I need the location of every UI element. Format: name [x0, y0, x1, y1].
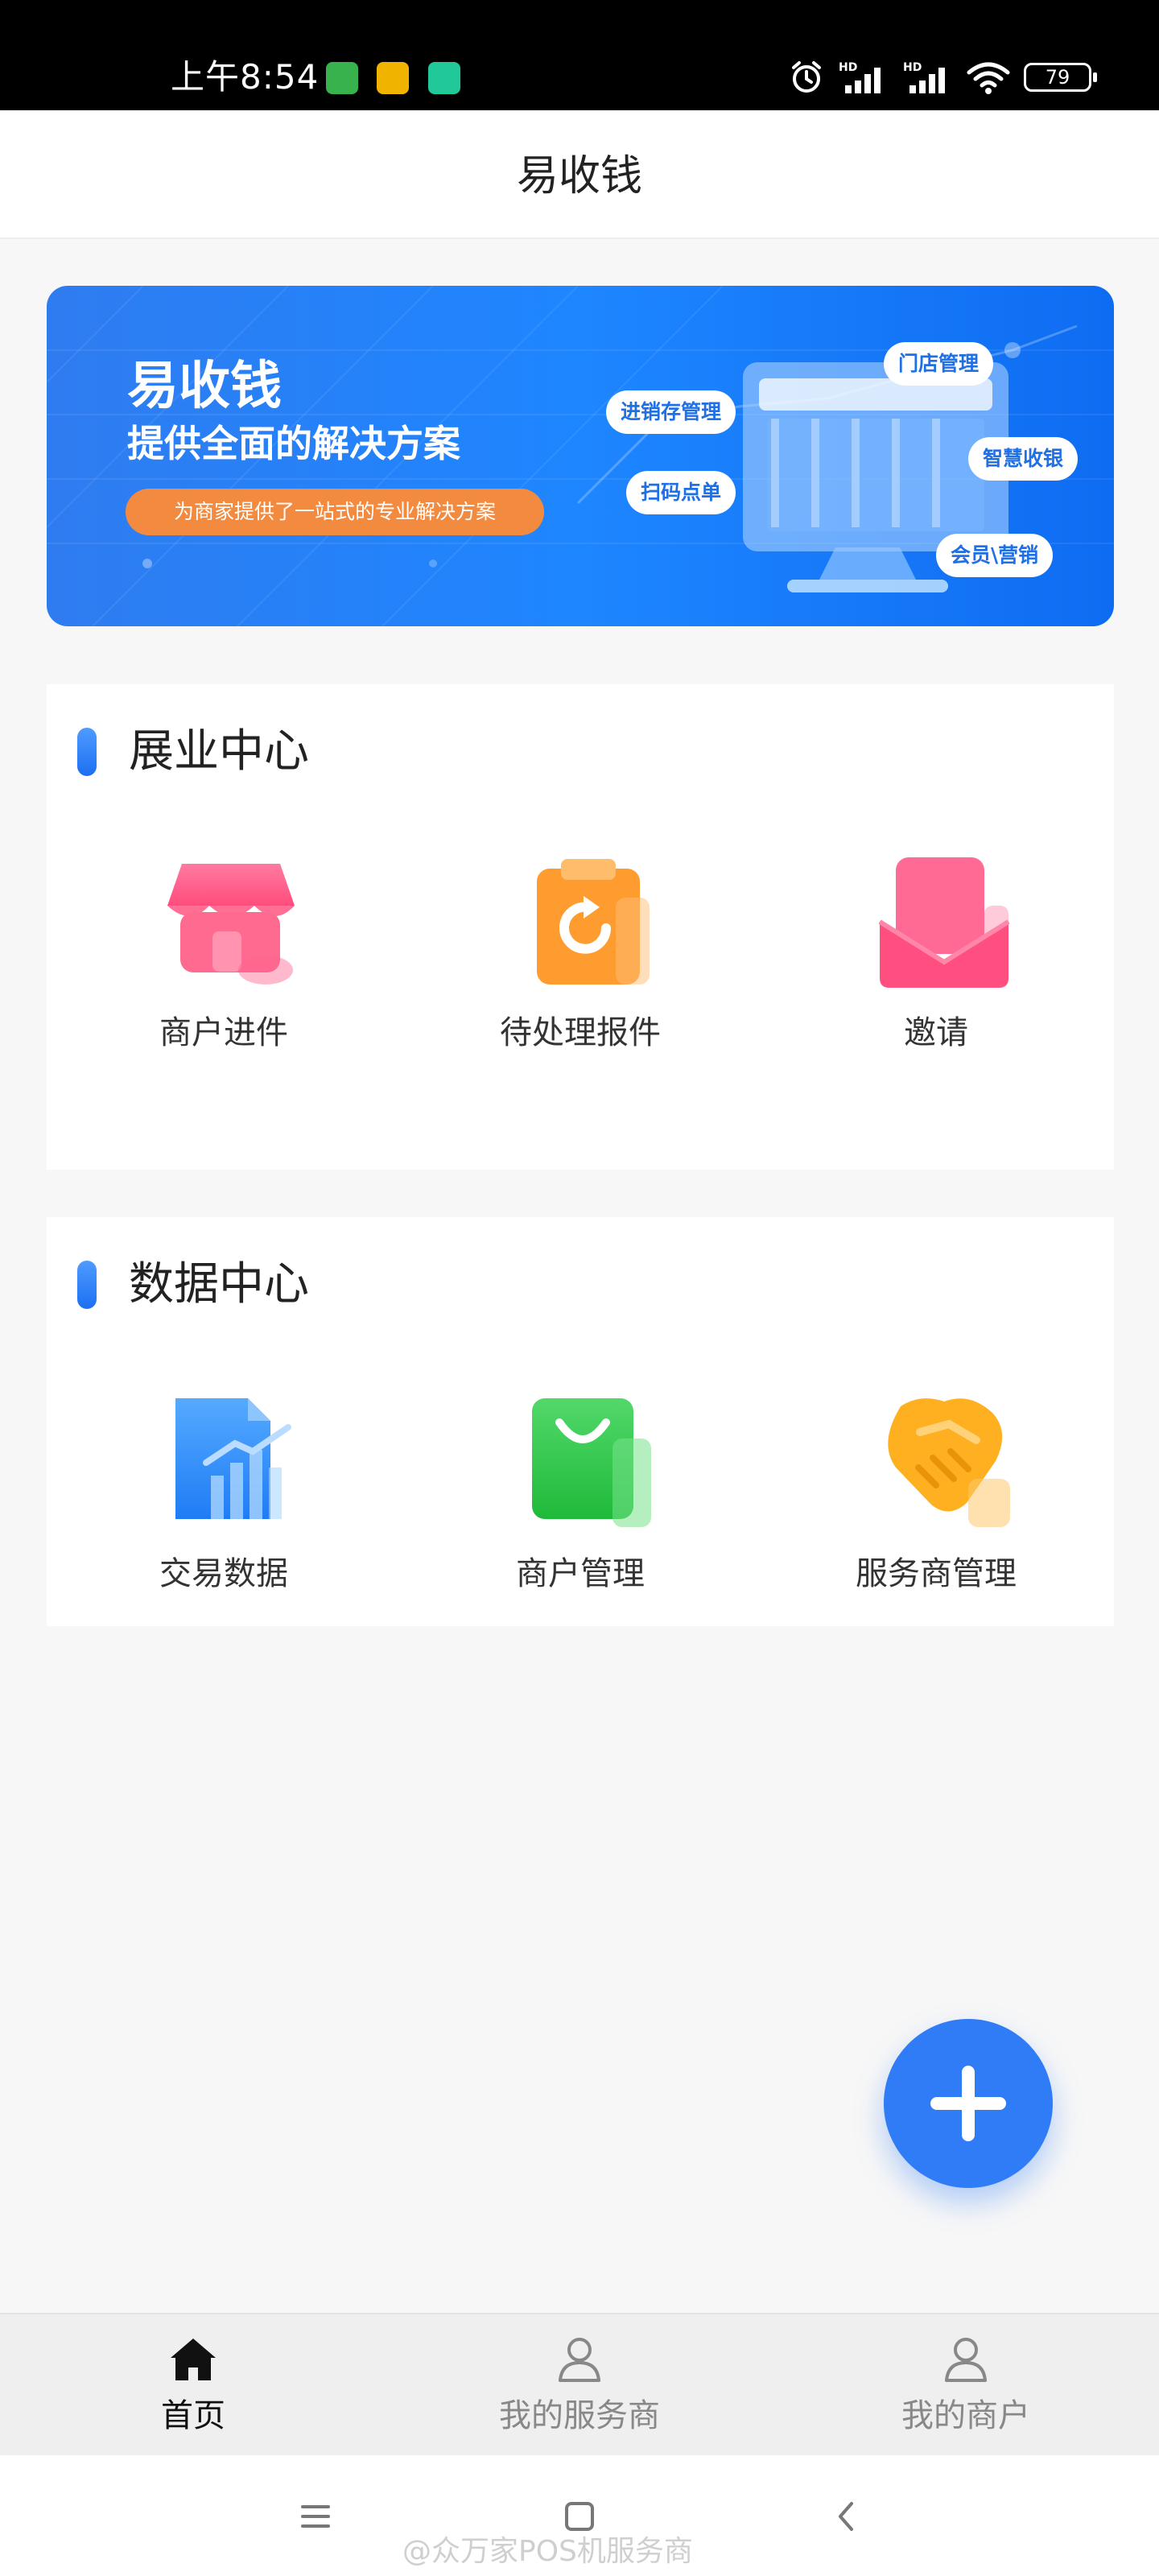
signal-hd-icon: HD [903, 61, 945, 93]
banner-tag: 扫码点单 [626, 471, 736, 514]
status-time: 上午8:54 [171, 57, 320, 97]
grid-item-label: 交易数据 [159, 1555, 288, 1592]
banner-title: 易收钱 [127, 357, 282, 416]
data-center-card: 数据中心 交易数据 商户管理 服务商管理 [47, 1217, 1114, 1626]
page-title: 易收钱 [516, 152, 642, 200]
section-accent-bar [77, 1261, 97, 1309]
app-notification-icon [326, 62, 358, 94]
battery-indicator: 79 [1024, 63, 1097, 92]
bottom-tab-bar: 首页 我的服务商 我的商户 [0, 2313, 1159, 2455]
service-provider-management-button[interactable]: 服务商管理 [783, 1390, 1089, 1632]
banner-pill: 为商家提供了一站式的专业解决方案 [126, 489, 544, 535]
tab-my-merchants[interactable]: 我的商户 [821, 2314, 1111, 2457]
section-title: 展业中心 [129, 725, 309, 778]
invite-button[interactable]: 邀请 [783, 849, 1089, 1091]
svg-text:HD: HD [839, 61, 857, 74]
app-notification-icon [428, 62, 460, 94]
banner-tag: 门店管理 [884, 342, 994, 386]
grid-item-label: 商户管理 [516, 1555, 645, 1592]
banner-tag: 会员\营销 [936, 534, 1054, 577]
alarm-icon [792, 61, 821, 93]
grid-item-label: 邀请 [904, 1014, 968, 1051]
chart-document-icon [175, 1398, 291, 1519]
pending-applications-button[interactable]: 待处理报件 [427, 849, 733, 1091]
merchant-management-button[interactable]: 商户管理 [427, 1390, 733, 1632]
grid-item-label: 商户进件 [159, 1014, 288, 1051]
weibo-notification-icon [377, 62, 409, 94]
wifi-icon [967, 62, 1010, 94]
add-button[interactable] [884, 2019, 1053, 2188]
tab-label: 首页 [161, 2397, 225, 2434]
tab-home[interactable]: 首页 [48, 2314, 338, 2457]
merchant-onboarding-button[interactable]: 商户进件 [71, 849, 377, 1091]
menu-icon[interactable] [293, 2494, 338, 2539]
envelope-icon [878, 857, 1010, 988]
home-icon [171, 2339, 216, 2380]
shopping-bag-icon [532, 1398, 651, 1527]
svg-text:HD: HD [903, 61, 922, 74]
watermark: @众万家POS机服务商 [402, 2535, 693, 2568]
grid-item-label: 待处理报件 [500, 1014, 661, 1051]
person-icon [945, 2338, 987, 2382]
banner-illustration: 门店管理 进销存管理 智慧收银 扫码点单 会员\营销 [562, 302, 1109, 616]
plus-icon [930, 2066, 1006, 2141]
section-title: 数据中心 [129, 1258, 309, 1311]
system-navigation-bar: @众万家POS机服务商 [0, 2455, 1159, 2576]
clipboard-refresh-icon [537, 859, 650, 985]
app-header: 易收钱 [0, 110, 1159, 239]
banner-tag: 智慧收银 [968, 437, 1079, 481]
transaction-data-button[interactable]: 交易数据 [71, 1390, 377, 1632]
tab-label: 我的商户 [901, 2397, 1030, 2434]
section-accent-bar [77, 728, 97, 776]
signal-hd-icon: HD [839, 61, 881, 93]
back-icon[interactable] [824, 2494, 869, 2539]
business-center-card: 展业中心 商户进件 待处理报件 邀请 [47, 684, 1114, 1170]
store-icon [167, 864, 295, 985]
banner-subtitle: 提供全面的解决方案 [127, 422, 460, 465]
grid-item-label: 服务商管理 [856, 1555, 1017, 1592]
handshake-icon [888, 1398, 1010, 1527]
banner-tag: 进销存管理 [606, 390, 736, 434]
tab-label: 我的服务商 [499, 2397, 660, 2434]
promo-banner[interactable]: 易收钱 提供全面的解决方案 为商家提供了一站式的专业解决方案 门店管理 进销存管… [47, 286, 1114, 626]
tab-my-service-provider[interactable]: 我的服务商 [435, 2314, 724, 2457]
person-icon [559, 2338, 600, 2382]
status-bar: 上午8:54 HD HD 79 [0, 0, 1159, 110]
